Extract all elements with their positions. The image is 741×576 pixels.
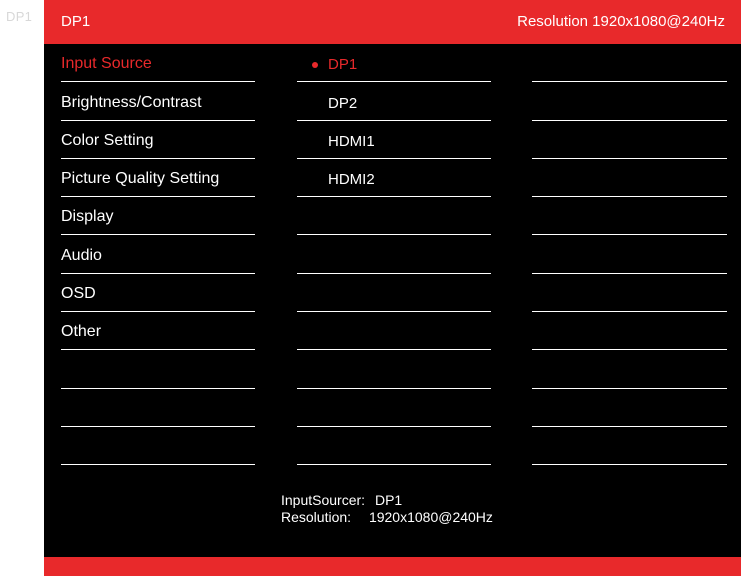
detail-row-empty bbox=[532, 121, 727, 159]
input-source-options-list: DP1 DP2 HDMI1 HDMI2 bbox=[297, 44, 491, 466]
option-hdmi1[interactable]: HDMI1 bbox=[297, 121, 491, 159]
detail-row-empty bbox=[532, 159, 727, 198]
menu-item-input-source[interactable]: Input Source bbox=[61, 44, 255, 83]
detail-row-empty bbox=[532, 197, 727, 236]
menu-item-picture-quality-setting[interactable]: Picture Quality Setting bbox=[61, 159, 255, 198]
option-label: DP1 bbox=[328, 56, 358, 74]
option-dp2[interactable]: DP2 bbox=[297, 82, 491, 121]
detail-row-empty bbox=[532, 235, 727, 274]
option-label: HDMI2 bbox=[328, 171, 375, 189]
menu-item-audio[interactable]: Audio bbox=[61, 235, 255, 274]
current-input-title: DP1 bbox=[61, 13, 91, 30]
osd-menu: DP1 Resolution 1920x1080@240Hz Input Sou… bbox=[44, 0, 741, 576]
menu-item-color-setting[interactable]: Color Setting bbox=[61, 121, 255, 159]
osd-header: DP1 Resolution 1920x1080@240Hz bbox=[44, 0, 741, 44]
option-empty bbox=[297, 312, 491, 351]
input-info-line: InputSourcer: DP1 bbox=[281, 492, 493, 509]
option-empty bbox=[297, 427, 491, 466]
input-info-value: DP1 bbox=[374, 492, 403, 508]
menu-item-label: Brightness/Contrast bbox=[61, 93, 202, 111]
option-empty bbox=[297, 235, 491, 274]
detail-row-empty bbox=[532, 274, 727, 313]
option-empty bbox=[297, 197, 491, 236]
selected-bullet-icon bbox=[312, 62, 318, 69]
option-label: DP2 bbox=[328, 94, 358, 112]
main-menu-list: Input Source Brightness/Contrast Color Set… bbox=[61, 44, 255, 466]
detail-row-empty bbox=[532, 82, 727, 121]
menu-item-other[interactable]: Other bbox=[61, 312, 255, 351]
option-empty bbox=[297, 274, 491, 313]
detail-row-empty bbox=[532, 350, 727, 389]
menu-item-label: Color Setting bbox=[61, 131, 154, 149]
option-empty bbox=[297, 389, 491, 427]
corner-input-label: DP1 bbox=[6, 9, 33, 24]
option-dp1[interactable]: DP1 bbox=[297, 44, 491, 83]
resolution-info-line: Resolution: 1920x1080@240Hz bbox=[281, 509, 493, 526]
input-info-panel: InputSourcer: DP1 Resolution: 1920x1080@… bbox=[281, 492, 493, 526]
menu-item-label: Display bbox=[61, 208, 114, 226]
menu-item-label: Input Source bbox=[61, 55, 152, 73]
option-label: HDMI1 bbox=[328, 132, 375, 150]
detail-row-empty bbox=[532, 312, 727, 351]
menu-item-label: Other bbox=[61, 323, 102, 341]
input-info-label: InputSourcer: bbox=[281, 492, 366, 508]
menu-item-osd[interactable]: OSD bbox=[61, 274, 255, 313]
detail-row-empty bbox=[532, 427, 727, 466]
detail-row-empty bbox=[532, 44, 727, 83]
submenu-detail-list bbox=[532, 44, 727, 466]
menu-item-label: Picture Quality Setting bbox=[61, 170, 220, 188]
menu-item-label: OSD bbox=[61, 285, 96, 303]
menu-item-brightness-contrast[interactable]: Brightness/Contrast bbox=[61, 82, 255, 121]
osd-footer-bar bbox=[44, 557, 741, 576]
detail-row-empty bbox=[532, 389, 727, 427]
menu-item-empty bbox=[61, 350, 255, 389]
header-resolution: Resolution 1920x1080@240Hz bbox=[517, 13, 725, 30]
resolution-info-value: 1920x1080@240Hz bbox=[368, 509, 493, 525]
menu-item-display[interactable]: Display bbox=[61, 197, 255, 236]
menu-item-empty bbox=[61, 389, 255, 427]
option-hdmi2[interactable]: HDMI2 bbox=[297, 159, 491, 198]
resolution-info-label: Resolution: bbox=[281, 509, 352, 525]
menu-item-label: Audio bbox=[61, 246, 102, 264]
option-empty bbox=[297, 350, 491, 389]
menu-item-empty bbox=[61, 427, 255, 466]
